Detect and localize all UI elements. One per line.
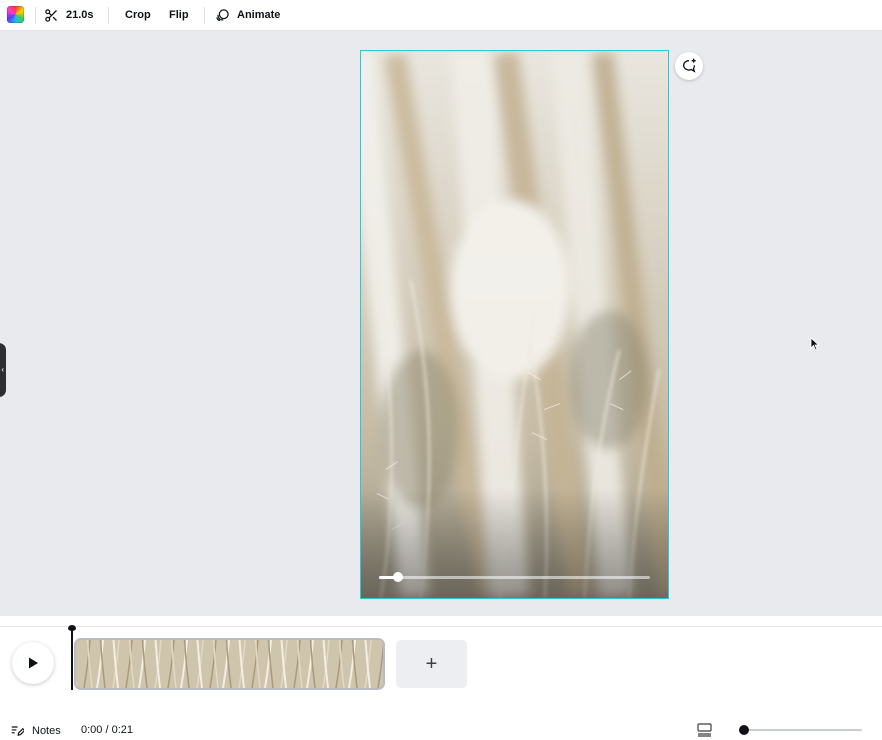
scissors-icon xyxy=(45,8,57,22)
flip-label: Flip xyxy=(169,9,189,21)
video-thumbnail xyxy=(361,51,668,598)
add-comment-button[interactable] xyxy=(675,52,703,80)
toolbar-divider xyxy=(108,7,109,24)
trim-button[interactable]: 21.0s xyxy=(44,0,94,30)
playhead-handle[interactable] xyxy=(68,625,76,631)
add-page-button[interactable]: + xyxy=(396,640,467,688)
notes-label: Notes xyxy=(32,724,61,737)
video-scrubber-handle[interactable] xyxy=(392,572,403,582)
trim-duration: 21.0s xyxy=(66,9,94,21)
playhead-line xyxy=(71,630,73,690)
crop-label: Crop xyxy=(125,9,151,21)
timeline-panel: + Notes 0:00 / 0:21 xyxy=(0,616,882,740)
add-icon: + xyxy=(425,652,438,675)
side-panel-toggle[interactable]: ‹ xyxy=(0,343,6,397)
notes-icon xyxy=(11,726,24,736)
zoom-slider-handle[interactable] xyxy=(739,725,749,735)
zoom-slider[interactable] xyxy=(739,725,862,735)
timeline-ruler xyxy=(0,626,882,627)
play-icon xyxy=(29,657,38,669)
mouse-cursor-icon xyxy=(810,337,820,351)
crop-button[interactable]: Crop xyxy=(125,0,151,30)
playback-time: 0:00 / 0:21 xyxy=(81,724,133,736)
timeline-video-clip[interactable] xyxy=(74,638,385,690)
notes-button[interactable]: Notes xyxy=(10,724,61,737)
play-button[interactable] xyxy=(12,642,54,684)
video-frame[interactable] xyxy=(360,50,669,599)
toolbar-divider xyxy=(35,7,36,24)
animate-button[interactable]: Animate xyxy=(215,0,280,30)
animate-label: Animate xyxy=(237,9,281,21)
flip-button[interactable]: Flip xyxy=(169,0,189,30)
video-progress-bar[interactable] xyxy=(379,572,650,582)
color-swatch-icon[interactable] xyxy=(7,6,24,23)
clip-thumbnail-strip xyxy=(76,640,383,688)
editor-toolbar: 21.0s Crop Flip Animate xyxy=(0,0,882,31)
grid-view-icon[interactable] xyxy=(697,723,712,737)
add-comment-icon xyxy=(683,58,696,73)
chevron-left-icon: ‹ xyxy=(1,365,4,374)
animate-icon xyxy=(216,8,229,21)
toolbar-divider xyxy=(204,7,205,24)
